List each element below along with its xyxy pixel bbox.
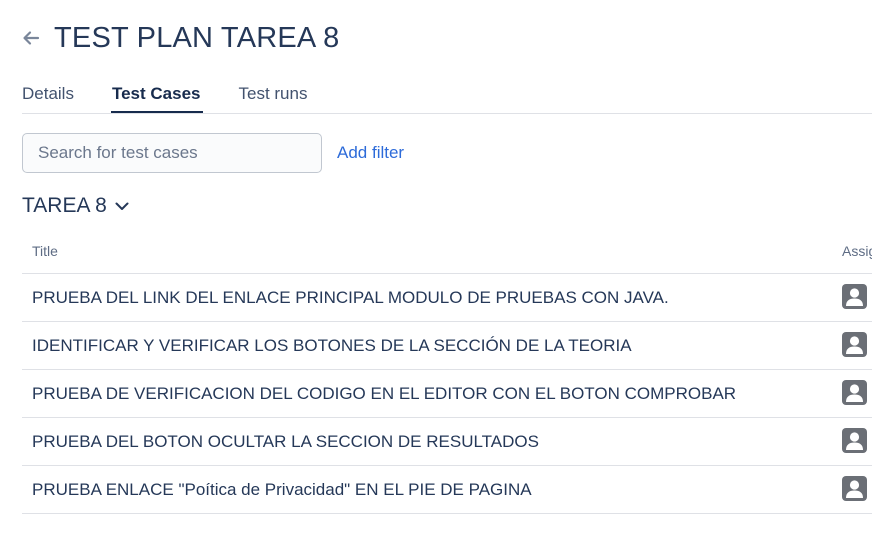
folder-toggle[interactable]: TAREA 8	[22, 194, 131, 218]
page-header: TEST PLAN TAREA 8	[20, 18, 339, 58]
tab-bar: Details Test Cases Test runs	[22, 80, 872, 114]
search-input[interactable]	[22, 133, 322, 173]
test-cases-table: Title Assignee PRUEBA DEL LINK DEL ENLAC…	[22, 230, 872, 514]
user-avatar-icon[interactable]	[842, 332, 867, 357]
chevron-down-icon	[113, 197, 131, 215]
table-row[interactable]: PRUEBA ENLACE "Poítica de Privacidad" EN…	[22, 466, 872, 514]
table-row[interactable]: PRUEBA DEL BOTON OCULTAR LA SECCION DE R…	[22, 418, 872, 466]
table-row[interactable]: IDENTIFICAR Y VERIFICAR LOS BOTONES DE L…	[22, 322, 872, 370]
column-header-title[interactable]: Title	[32, 243, 58, 259]
test-case-title[interactable]: PRUEBA ENLACE "Poítica de Privacidad" EN…	[32, 480, 532, 500]
user-avatar-icon[interactable]	[842, 476, 867, 501]
folder-title: TAREA 8	[22, 194, 107, 217]
test-case-title[interactable]: IDENTIFICAR Y VERIFICAR LOS BOTONES DE L…	[32, 336, 632, 356]
tab-details[interactable]: Details	[22, 80, 74, 108]
page-title: TEST PLAN TAREA 8	[54, 21, 340, 54]
add-filter-link[interactable]: Add filter	[337, 143, 404, 163]
test-case-title[interactable]: PRUEBA DE VERIFICACION DEL CODIGO EN EL …	[32, 384, 736, 404]
table-row[interactable]: PRUEBA DE VERIFICACION DEL CODIGO EN EL …	[22, 370, 872, 418]
user-avatar-icon[interactable]	[842, 380, 867, 405]
user-avatar-icon[interactable]	[842, 428, 867, 453]
test-plan-page: TEST PLAN TAREA 8 Details Test Cases Tes…	[0, 0, 872, 557]
arrow-left-icon[interactable]	[20, 27, 42, 49]
user-avatar-icon[interactable]	[842, 284, 867, 309]
test-case-title[interactable]: PRUEBA DEL BOTON OCULTAR LA SECCION DE R…	[32, 432, 539, 452]
tab-test-cases[interactable]: Test Cases	[110, 80, 203, 113]
tab-test-runs[interactable]: Test runs	[238, 80, 307, 108]
table-row[interactable]: PRUEBA DEL LINK DEL ENLACE PRINCIPAL MOD…	[22, 274, 872, 322]
column-header-assignee[interactable]: Assignee	[842, 243, 872, 259]
table-header: Title Assignee	[22, 230, 872, 274]
test-case-title[interactable]: PRUEBA DEL LINK DEL ENLACE PRINCIPAL MOD…	[32, 288, 669, 308]
